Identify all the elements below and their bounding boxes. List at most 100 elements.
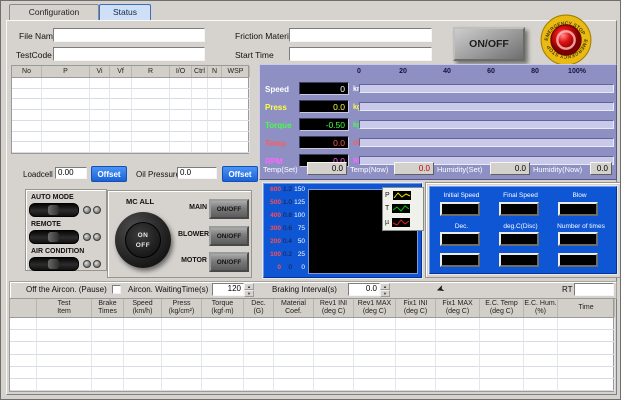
empty-cell [132,142,170,153]
empty-cell [90,89,110,100]
result-col-press: Press(kg/cm²) [162,299,202,317]
result-col-rev1-max: Rev1 MAX(deg C) [354,299,396,317]
step-col-n: N [208,66,222,77]
empty-cell [396,367,436,379]
step-col-p: P [42,66,90,77]
mc-panel: MC ALL ON OFF MAIN ON/OFF BLOWER ON/OFF … [107,190,252,278]
empty-cell [274,330,314,342]
empty-cell [524,318,558,330]
press-gauge-display: 0.0 [299,100,349,113]
braking-interval-spinner[interactable]: ▲▼ [380,283,390,296]
mc-all-knob[interactable]: ON OFF [115,212,171,268]
waiting-time-label: Aircon. WaitingTime(s) [128,285,208,295]
result-table-body[interactable] [9,318,614,392]
motor-onoff-button[interactable]: ON/OFF [209,252,249,272]
empty-cell [37,318,92,330]
empty-cell [354,367,396,379]
spin-up-icon[interactable]: ▲ [244,283,254,290]
temp-bar [359,138,614,147]
final-speed-label: Final Speed [492,192,549,200]
empty-cell [37,367,92,379]
main-label: MAIN [183,204,207,211]
empty-cell [124,367,162,379]
empty-cell [170,142,192,153]
speed-gauge-display: 0 [299,82,349,95]
file-name-input[interactable] [53,28,205,42]
auto-mode-lamps [81,206,101,214]
friction-material-input[interactable] [289,28,432,42]
rt-input[interactable] [574,283,614,296]
initial-speed-display [440,202,480,216]
empty-cell [90,99,110,110]
spin-up-icon[interactable]: ▲ [380,283,390,290]
spin-down-icon[interactable]: ▼ [380,290,390,297]
oil-pressure-offset-button[interactable]: Offset [222,166,258,182]
waiting-time-input[interactable]: 120 [212,283,244,296]
tab-status[interactable]: Status [99,4,151,21]
auto-mode-toggle[interactable] [29,203,79,217]
empty-cell [12,132,42,143]
result-col-fix1-ini: Fix1 INI(deg C) [396,299,436,317]
aircon-control-bar: Off the Aircon. (Pause) Aircon. WaitingT… [9,281,617,299]
start-time-input[interactable] [289,47,432,61]
empty-cell [132,132,170,143]
empty-cell [244,342,274,354]
empty-cell [37,342,92,354]
empty-cell [170,132,192,143]
empty-cell [396,318,436,330]
lamp-icon [93,206,101,214]
step-table-body[interactable] [11,78,249,154]
empty-cell [208,121,222,132]
aircon-pause-label: Off the Aircon. (Pause) [26,285,107,295]
empty-cell [92,367,124,379]
empty-cell [354,330,396,342]
step-col-r: R [132,66,170,77]
emergency-stop-icon: EMERGENCY STOP EMERGENCY STOP [540,14,592,66]
waiting-time-spinner[interactable]: ▲▼ [244,283,254,296]
empty-cell [396,330,436,342]
aircon-pause-checkbox[interactable] [112,285,121,294]
empty-cell [524,379,558,391]
remote-toggle[interactable] [29,230,79,244]
spin-down-icon[interactable]: ▼ [244,290,254,297]
braking-interval-label: Braking Interval(s) [272,285,337,295]
main-onoff-button[interactable]: ON/OFF [209,199,249,219]
empty-cell [274,318,314,330]
auto-mode-label: AUTO MODE [31,194,74,201]
empty-cell [354,355,396,367]
emergency-stop-button[interactable]: EMERGENCY STOP EMERGENCY STOP [540,14,592,66]
air-condition-toggle[interactable] [29,257,79,271]
empty-cell [558,367,615,379]
step-col-vi: Vi [90,66,110,77]
loadcell-offset-button[interactable]: Offset [91,166,127,182]
empty-cell [208,132,222,143]
empty-cell [37,379,92,391]
empty-cell [558,330,615,342]
final-speed-display [499,202,539,216]
testcode-input[interactable] [53,47,205,61]
humidity-set-value: 0.0 [490,162,530,175]
tab-configuration[interactable]: Configuration [9,4,99,21]
empty-cell [124,330,162,342]
empty-cell [92,330,124,342]
blower-onoff-button[interactable]: ON/OFF [209,226,249,246]
empty-cell [162,330,202,342]
axis-row: 1000.225 [265,251,307,259]
empty-cell [208,89,222,100]
loadcell-label: Loadcell [23,170,53,180]
power-onoff-button[interactable]: ON/OFF [453,27,525,61]
empty-cell [132,99,170,110]
step-col-ctrl: Ctrl [192,66,208,77]
empty-cell [92,379,124,391]
empty-cell [90,142,110,153]
empty-cell [10,330,37,342]
empty-cell [244,330,274,342]
empty-cell [274,355,314,367]
legend-torque: T [385,204,421,213]
empty-cell [170,110,192,121]
braking-interval-input[interactable]: 0.0 [348,283,380,296]
result-col-brake-times: BrakeTimes [92,299,124,317]
empty-cell [10,318,37,330]
empty-cell [10,355,37,367]
temp-set-label: Temp(Set) [263,165,298,175]
